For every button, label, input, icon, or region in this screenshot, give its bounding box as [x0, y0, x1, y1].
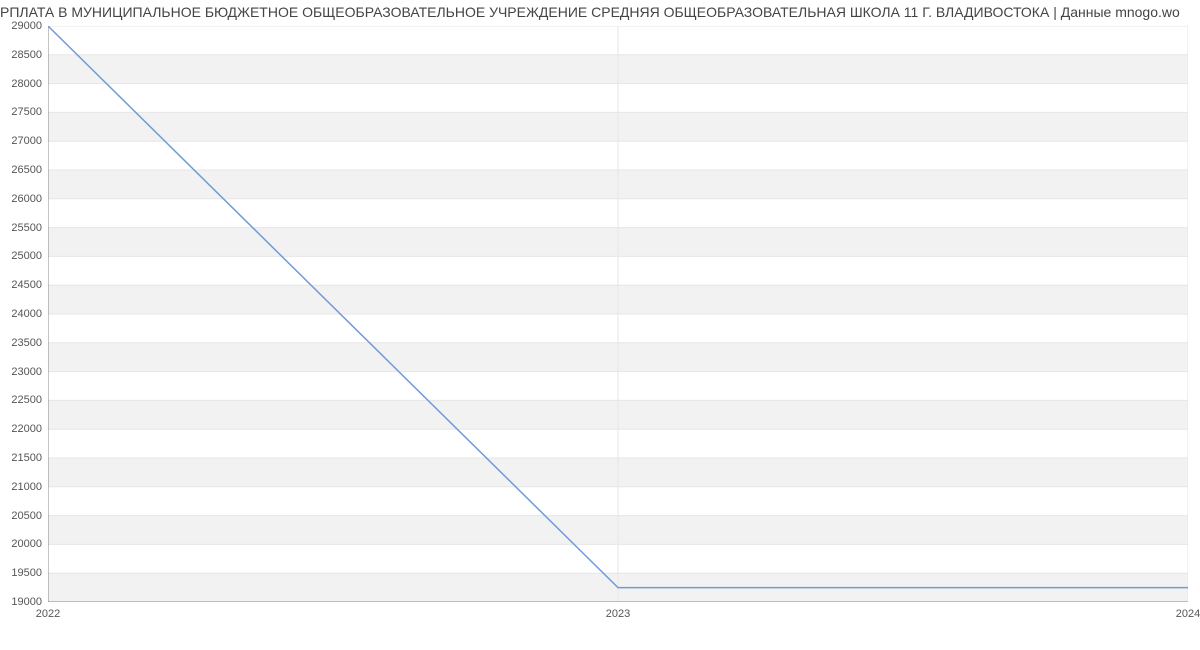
y-tick-label: 28000	[11, 78, 42, 90]
y-tick-label: 22000	[11, 423, 42, 435]
y-tick-label: 28500	[11, 49, 42, 61]
y-tick-label: 27000	[11, 135, 42, 147]
y-tick-label: 21500	[11, 452, 42, 464]
y-tick-label: 29000	[11, 20, 42, 32]
y-tick-label: 22500	[11, 394, 42, 406]
y-tick-label: 23500	[11, 337, 42, 349]
x-tick-label: 2024	[1176, 608, 1200, 620]
y-tick-label: 26500	[11, 164, 42, 176]
y-tick-label: 26000	[11, 193, 42, 205]
y-tick-label: 25500	[11, 222, 42, 234]
y-tick-label: 24500	[11, 279, 42, 291]
y-tick-label: 27500	[11, 106, 42, 118]
y-tick-label: 24000	[11, 308, 42, 320]
y-tick-label: 20000	[11, 538, 42, 550]
chart-title: РПЛАТА В МУНИЦИПАЛЬНОЕ БЮДЖЕТНОЕ ОБЩЕОБР…	[0, 0, 1200, 26]
y-tick-label: 21000	[11, 481, 42, 493]
chart-plot-area: 1900019500200002050021000215002200022500…	[48, 26, 1188, 602]
y-tick-label: 20500	[11, 510, 42, 522]
y-tick-label: 19500	[11, 567, 42, 579]
y-tick-label: 25000	[11, 250, 42, 262]
y-tick-label: 23000	[11, 366, 42, 378]
y-tick-label: 19000	[11, 596, 42, 608]
x-tick-label: 2023	[606, 608, 630, 620]
x-tick-label: 2022	[36, 608, 60, 620]
